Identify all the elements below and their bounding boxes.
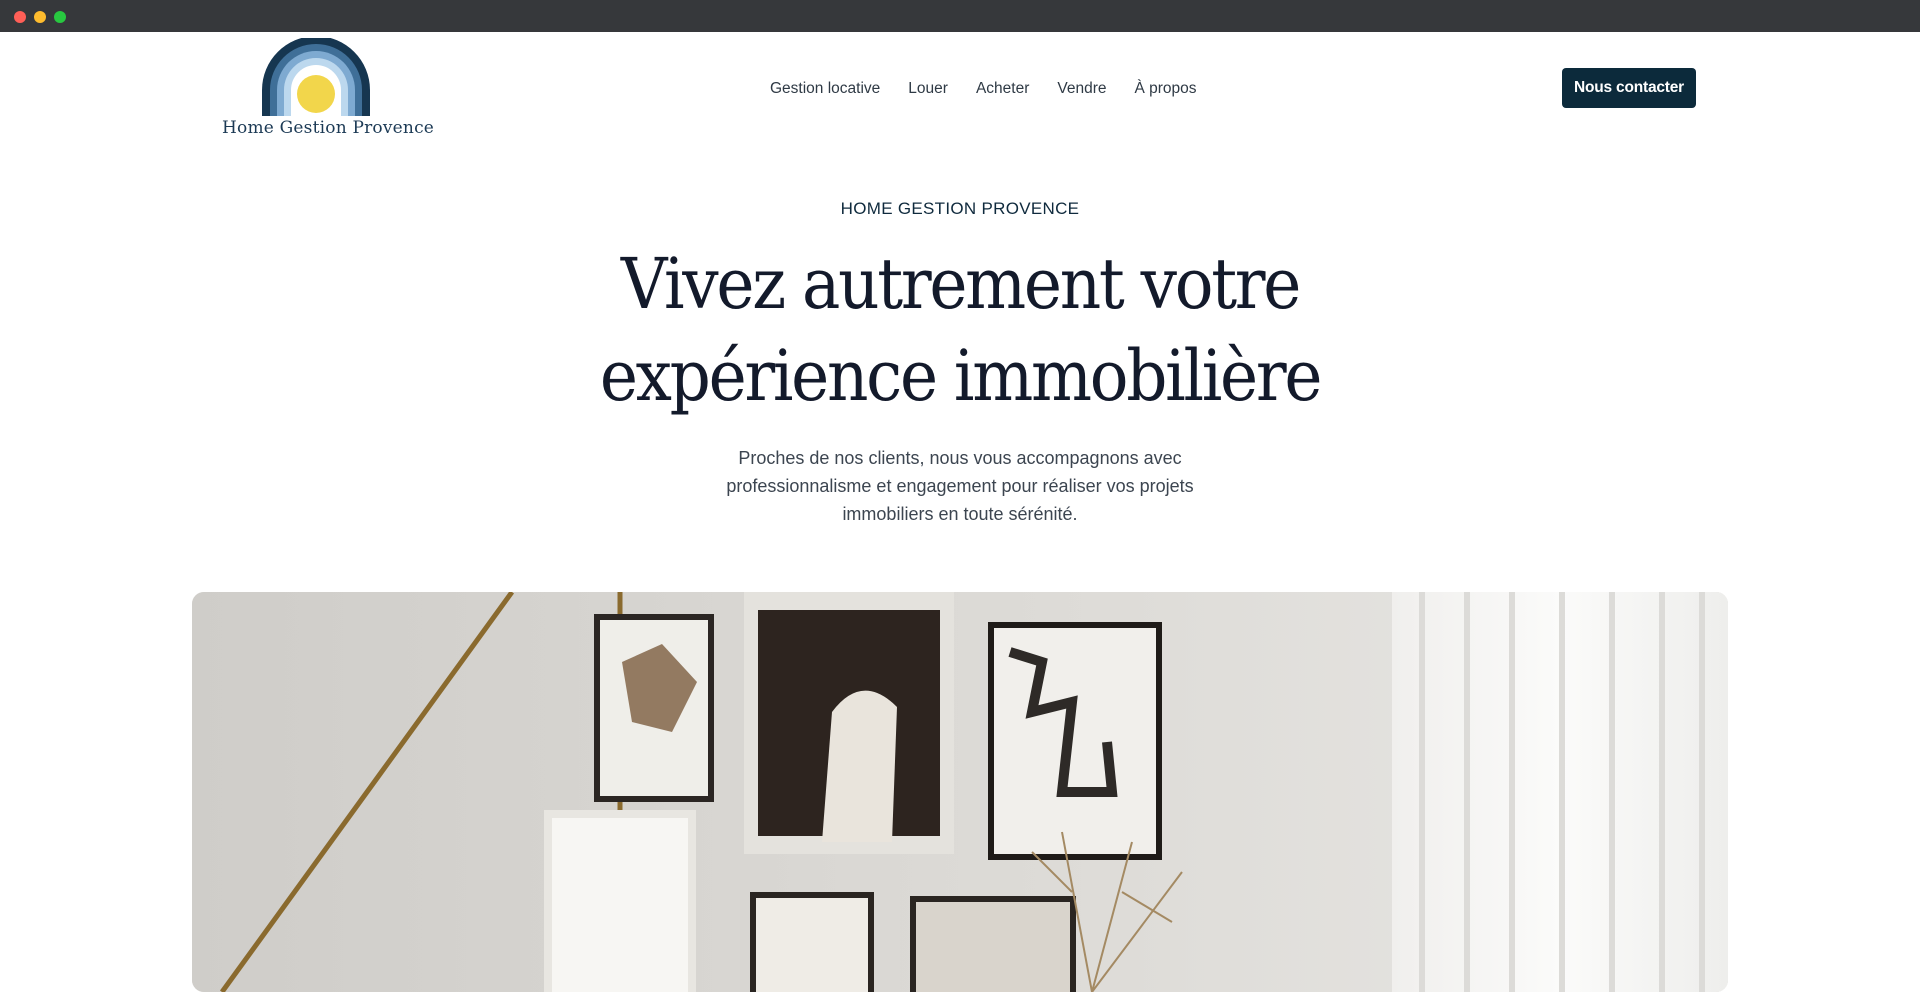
window-maximize-button[interactable]: [54, 11, 66, 23]
nav-a-propos[interactable]: À propos: [1135, 80, 1197, 98]
hero-headline-line-1: Vivez autrement votre: [620, 243, 1301, 325]
main-nav: Gestion locative Louer Acheter Vendre À …: [770, 80, 1197, 98]
nav-acheter[interactable]: Acheter: [976, 80, 1029, 98]
logo-text: Home Gestion Provence: [222, 118, 435, 138]
interior-photo-illustration: [192, 592, 1728, 992]
hero-eyebrow: HOME GESTION PROVENCE: [840, 199, 1080, 218]
site-logo[interactable]: Home Gestion Provence: [222, 36, 435, 146]
site-header: Home Gestion Provence Gestion locative L…: [0, 32, 1920, 157]
nav-louer[interactable]: Louer: [908, 80, 948, 98]
contact-button[interactable]: Nous contacter: [1562, 68, 1696, 108]
hero-subtitle: Proches de nos clients, nous vous accomp…: [726, 448, 1194, 524]
nav-gestion-locative[interactable]: Gestion locative: [770, 80, 880, 98]
hero-headline-line-2: expérience immobilière: [599, 335, 1323, 417]
window-close-button[interactable]: [14, 11, 26, 23]
nav-vendre[interactable]: Vendre: [1057, 80, 1106, 98]
arch-sun-icon: [262, 36, 370, 116]
hero-headline: Vivez autrement votre expérience immobil…: [77, 238, 1843, 422]
browser-titlebar: [0, 0, 1920, 32]
hero-image: [192, 592, 1728, 992]
window-minimize-button[interactable]: [34, 11, 46, 23]
